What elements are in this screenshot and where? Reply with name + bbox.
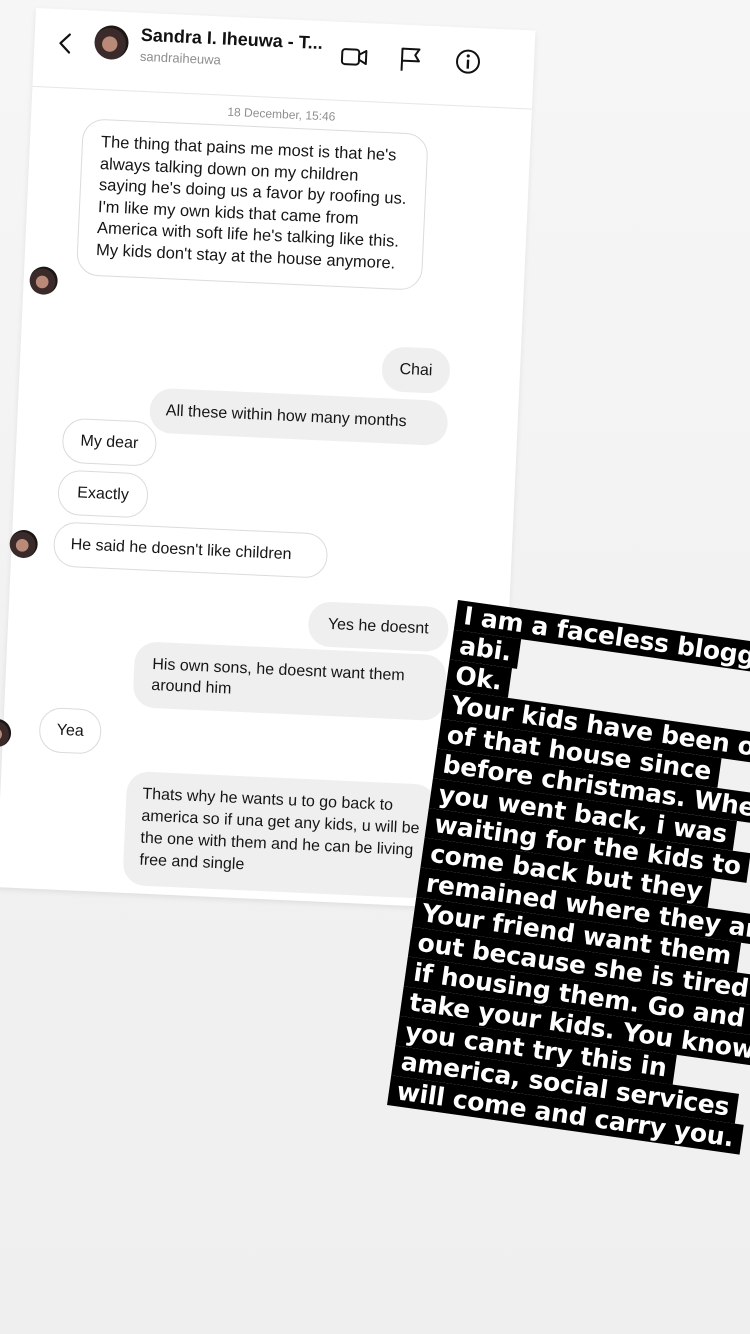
message-bubble[interactable]: His own sons, he doesnt want them around… [132, 641, 448, 722]
sender-avatar [9, 529, 39, 559]
message-bubble[interactable]: Chai [380, 346, 451, 395]
avatar[interactable] [93, 24, 130, 61]
story-screenshot: Sandra I. Iheuwa - T... sandraiheuwa 18 … [0, 0, 750, 1334]
video-call-icon[interactable] [340, 42, 369, 71]
message-bubble[interactable]: My dear [61, 417, 158, 467]
message-bubble[interactable]: The thing that pains me most is that he'… [75, 118, 429, 291]
message-bubble[interactable]: All these within how many months [148, 387, 449, 447]
flag-icon[interactable] [395, 44, 424, 73]
message-bubble[interactable]: Yes he doesnt [307, 601, 450, 653]
message-bubble[interactable]: Yea [38, 706, 103, 755]
message-bubble[interactable]: Exactly [57, 469, 149, 519]
message-bubble[interactable]: He said he doesn't like children [52, 521, 329, 579]
chat-header: Sandra I. Iheuwa - T... sandraiheuwa [32, 8, 536, 110]
message-bubble[interactable]: Thats why he wants u to go back to ameri… [122, 770, 438, 899]
info-icon[interactable] [453, 47, 482, 76]
sender-avatar [29, 266, 59, 296]
contact-handle: sandraiheuwa [139, 48, 222, 68]
sender-avatar [0, 718, 12, 748]
back-icon[interactable] [54, 31, 79, 56]
